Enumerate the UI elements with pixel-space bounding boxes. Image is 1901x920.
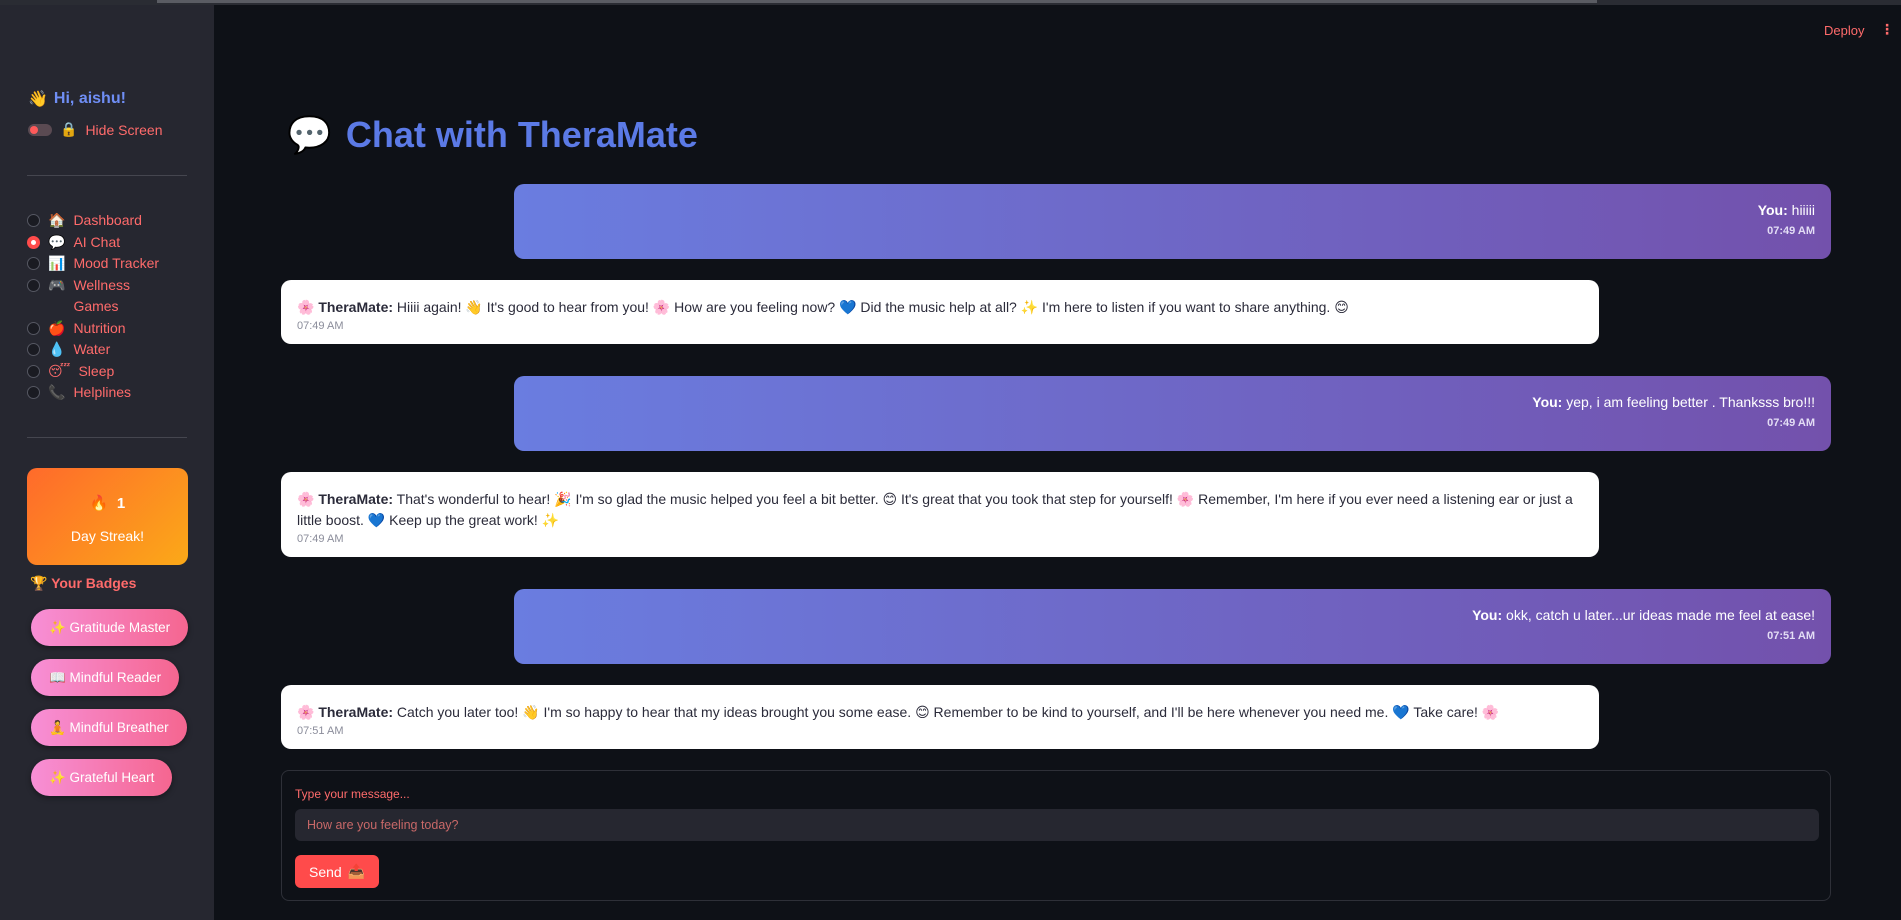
nav-icon: 🎮 [48,276,66,293]
deploy-button[interactable]: Deploy [1824,23,1864,38]
outbox-icon: 📤 [347,863,366,879]
message-speaker: You: [1757,202,1788,218]
message-line: You: yep, i am feeling better . Thanksss… [530,394,1815,410]
badge-mindful-reader: 📖 Mindful Reader [31,659,180,696]
sidebar-divider-top [27,175,187,176]
badge-gratitude-master: ✨ Gratitude Master [31,609,189,646]
nav-icon: 📊 [48,255,66,271]
message-speaker: TheraMate: [318,299,394,315]
message-line: You: hiiiii [530,202,1815,218]
nav-item-water[interactable]: 💧 Water [27,339,197,361]
nav-item-dashboard[interactable]: 🏠 Dashboard [27,210,197,232]
chat-message-user: You: yep, i am feeling better . Thanksss… [514,376,1831,451]
streak-number: 1 [116,495,126,512]
nav-label: Nutrition [73,319,126,336]
nav-label: Dashboard [73,212,142,228]
nav-icon: 💧 [48,341,66,357]
nav-item-mood-tracker[interactable]: 📊 Mood Tracker [27,253,197,275]
radio-button[interactable] [27,321,40,335]
chat-message-bot: 🌸 TheraMate: That's wonderful to hear! 🎉… [281,472,1599,557]
fire-icon: 🔥 [89,495,109,512]
streak-label: Day Streak! [70,528,145,544]
greeting-text: Hi, aishu! [53,90,126,107]
message-time: 07:49 AM [1767,225,1815,237]
main-menu-icon[interactable]: ⋮ [1880,21,1894,38]
radio-button[interactable] [27,278,40,292]
nav-icon: 😴 [48,362,71,379]
message-line: 🌸 TheraMate: Hiiii again! 👋 It's good to… [297,297,1583,318]
greeting: 👋 Hi, aishu! [28,89,126,109]
message-text: yep, i am feeling better . Thanksss bro!… [1562,394,1815,410]
message-text: okk, catch u later...ur ideas made me fe… [1502,607,1815,623]
speech-bubble-icon: 💬 [287,114,332,155]
badge-grateful-heart: ✨ Grateful Heart [31,759,173,796]
streak-count: 🔥 1 [27,494,188,512]
flower-icon: 🌸 [297,704,315,720]
flower-icon: 🌸 [297,299,315,315]
browser-top-strip [0,0,1901,5]
message-time: 07:49 AM [297,320,344,332]
streak-card: 🔥 1 Day Streak! [27,468,188,565]
lock-icon: 🔒 [60,121,78,137]
chat-message-user: You: hiiiii 07:49 AM [514,184,1831,259]
sidebar: 👋 Hi, aishu! 🔒 Hide Screen 🏠 Dashboard 💬 AI… [0,5,214,920]
nav-label: Wellness Games [73,276,130,315]
badges-title: 🏆 Your Badges [30,575,137,591]
nav-item-wellness-games[interactable]: 🎮 Wellness Games [27,275,197,318]
message-speaker: You: [1472,607,1503,623]
nav-item-helplines[interactable]: 📞 Helplines [27,382,197,404]
radio-button[interactable] [27,386,40,399]
nav-label: Water [73,341,111,357]
hide-screen-toggle-row[interactable]: 🔒 Hide Screen [28,121,162,138]
badge-mindful-breather: 🧘 Mindful Breather [31,709,187,746]
message-text: hiiiii [1787,202,1815,218]
flower-icon: 🌸 [297,491,315,507]
nav-label: Sleep [78,362,115,379]
message-speaker: TheraMate: [318,704,394,720]
waving-hand-icon: 👋 [28,91,48,108]
nav-label: AI Chat [73,233,121,250]
hide-screen-label: Hide Screen [85,121,163,138]
message-line: You: okk, catch u later...ur ideas made … [530,607,1815,623]
send-button-label: Send [309,863,342,880]
radio-button[interactable] [27,235,40,249]
chat-input-form: Type your message... Send 📤 [281,770,1831,901]
chat-message-user: You: okk, catch u later...ur ideas made … [514,589,1831,664]
top-progress-bar [157,0,1597,3]
nav-icon: 🍎 [48,319,66,336]
nav-label: Mood Tracker [73,255,160,271]
message-time: 07:51 AM [297,725,344,737]
page-title-text: Chat with TheraMate [345,114,698,155]
chat-message-bot: 🌸 TheraMate: Catch you later too! 👋 I'm … [281,685,1599,749]
send-button[interactable]: Send 📤 [295,855,380,888]
message-text: That's wonderful to hear! 🎉 I'm so glad … [297,491,1573,528]
message-time: 07:49 AM [297,533,344,545]
message-line: 🌸 TheraMate: That's wonderful to hear! 🎉… [297,489,1583,531]
hide-screen-toggle[interactable] [28,123,52,136]
nav-icon: 🏠 [48,212,66,228]
nav-item-ai-chat[interactable]: 💬 AI Chat [27,232,197,254]
nav-item-nutrition[interactable]: 🍎 Nutrition [27,318,197,340]
radio-button[interactable] [27,343,40,356]
message-input[interactable] [295,809,1819,841]
message-speaker: You: [1532,394,1563,410]
message-text: Catch you later too! 👋 I'm so happy to h… [393,704,1500,720]
radio-button[interactable] [27,214,40,227]
nav-item-sleep[interactable]: 😴 Sleep [27,361,197,383]
message-line: 🌸 TheraMate: Catch you later too! 👋 I'm … [297,702,1583,723]
page-title: 💬 Chat with TheraMate [287,114,698,156]
sidebar-divider-bottom [27,437,187,438]
chat-message-bot: 🌸 TheraMate: Hiiii again! 👋 It's good to… [281,280,1599,344]
nav-icon: 💬 [48,233,66,250]
message-time: 07:49 AM [1767,417,1815,429]
message-time: 07:51 AM [1767,630,1815,642]
message-input-label: Type your message... [295,787,410,801]
nav-radio-group: 🏠 Dashboard 💬 AI Chat 📊 Mood Tracker 🎮 Wellness… [27,210,197,404]
message-speaker: TheraMate: [318,491,394,507]
nav-label: Helplines [73,384,132,400]
nav-icon: 📞 [48,384,66,400]
message-text: Hiiii again! 👋 It's good to hear from yo… [393,299,1349,315]
radio-button[interactable] [27,257,40,270]
radio-button[interactable] [27,364,40,378]
